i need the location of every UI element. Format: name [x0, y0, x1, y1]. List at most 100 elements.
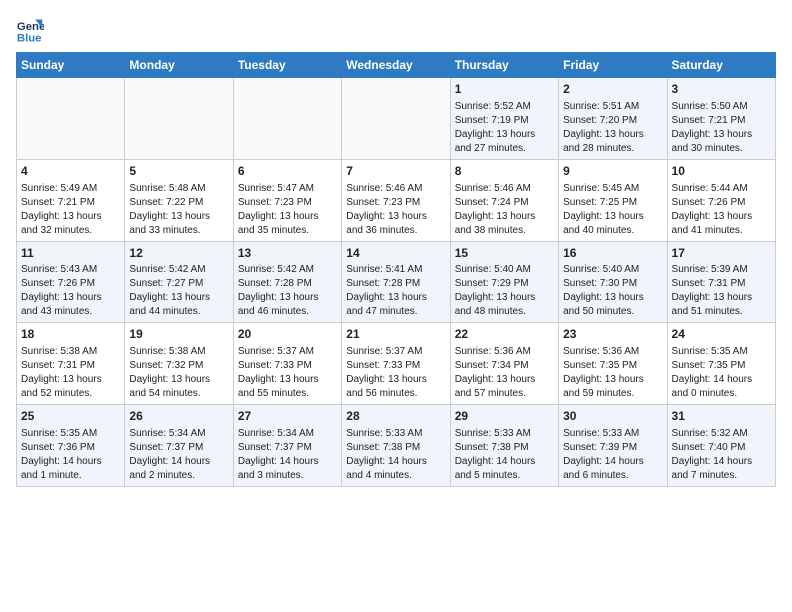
day-info: Sunset: 7:28 PM — [238, 277, 337, 291]
day-info: Sunrise: 5:38 AM — [129, 345, 228, 359]
day-info: Daylight: 13 hours — [455, 210, 554, 224]
day-info: and 5 minutes. — [455, 469, 554, 483]
day-info: Sunrise: 5:40 AM — [455, 263, 554, 277]
day-info: Sunrise: 5:33 AM — [563, 427, 662, 441]
calendar-cell: 26Sunrise: 5:34 AMSunset: 7:37 PMDayligh… — [125, 405, 233, 487]
day-info: Daylight: 13 hours — [21, 291, 120, 305]
day-info: and 28 minutes. — [563, 142, 662, 156]
day-info: and 57 minutes. — [455, 387, 554, 401]
day-info: Daylight: 13 hours — [455, 291, 554, 305]
calendar-cell: 22Sunrise: 5:36 AMSunset: 7:34 PMDayligh… — [450, 323, 558, 405]
day-info: Daylight: 14 hours — [672, 455, 771, 469]
week-row-4: 18 Sunrise: 5:38 AM Sunset: 7:31 PM Dayligh… — [17, 323, 776, 405]
day-number: 1 — [455, 81, 554, 98]
day-info: Sunset: 7:38 PM — [346, 441, 445, 455]
day-info: Sunrise: 5:42 AM — [238, 263, 337, 277]
day-info: and 52 minutes. — [21, 387, 120, 401]
day-info: and 35 minutes. — [238, 224, 337, 238]
day-info: Daylight: 13 hours — [455, 128, 554, 142]
day-info: and 51 minutes. — [672, 305, 771, 319]
day-info: and 2 minutes. — [129, 469, 228, 483]
day-number: 8 — [455, 163, 554, 180]
day-info: Daylight: 13 hours — [672, 210, 771, 224]
day-info: Daylight: 14 hours — [346, 455, 445, 469]
day-info: Sunset: 7:35 PM — [563, 359, 662, 373]
day-number: 30 — [563, 408, 662, 425]
day-info: Sunset: 7:21 PM — [672, 114, 771, 128]
calendar-cell — [233, 78, 341, 160]
day-info: and 40 minutes. — [563, 224, 662, 238]
day-info: Sunset: 7:33 PM — [346, 359, 445, 373]
day-info: Sunrise: 5:33 AM — [455, 427, 554, 441]
day-info: Sunrise: 5:34 AM — [238, 427, 337, 441]
calendar-cell: 4Sunrise: 5:49 AMSunset: 7:21 PMDaylight… — [17, 159, 125, 241]
day-info: Daylight: 13 hours — [346, 210, 445, 224]
day-info: Sunrise: 5:36 AM — [455, 345, 554, 359]
day-number: 19 — [129, 326, 228, 343]
day-info: Sunset: 7:20 PM — [563, 114, 662, 128]
calendar-cell: 25Sunrise: 5:35 AMSunset: 7:36 PMDayligh… — [17, 405, 125, 487]
day-number: 29 — [455, 408, 554, 425]
day-info: Sunset: 7:31 PM — [21, 359, 120, 373]
day-info: Sunrise: 5:43 AM — [21, 263, 120, 277]
weekday-header-row: SundayMondayTuesdayWednesdayThursdayFrid… — [17, 53, 776, 78]
calendar-cell: 14Sunrise: 5:41 AMSunset: 7:28 PMDayligh… — [342, 241, 450, 323]
day-number: 18 — [21, 326, 120, 343]
calendar-cell: 6Sunrise: 5:47 AMSunset: 7:23 PMDaylight… — [233, 159, 341, 241]
day-info: and 56 minutes. — [346, 387, 445, 401]
page-header: General Blue — [16, 16, 776, 44]
weekday-header-tuesday: Tuesday — [233, 53, 341, 78]
day-number: 24 — [672, 326, 771, 343]
day-info: Daylight: 13 hours — [129, 210, 228, 224]
day-info: and 33 minutes. — [129, 224, 228, 238]
logo-icon: General Blue — [16, 16, 44, 44]
day-number: 2 — [563, 81, 662, 98]
day-info: and 48 minutes. — [455, 305, 554, 319]
day-info: Daylight: 13 hours — [238, 210, 337, 224]
day-info: and 47 minutes. — [346, 305, 445, 319]
day-number: 5 — [129, 163, 228, 180]
calendar-cell: 16Sunrise: 5:40 AMSunset: 7:30 PMDayligh… — [559, 241, 667, 323]
day-info: Sunrise: 5:51 AM — [563, 100, 662, 114]
day-info: Daylight: 14 hours — [563, 455, 662, 469]
day-info: Daylight: 13 hours — [129, 291, 228, 305]
day-number: 23 — [563, 326, 662, 343]
day-number: 31 — [672, 408, 771, 425]
day-info: Sunrise: 5:50 AM — [672, 100, 771, 114]
day-info: Sunset: 7:37 PM — [238, 441, 337, 455]
day-info: Sunset: 7:40 PM — [672, 441, 771, 455]
day-info: Daylight: 13 hours — [672, 128, 771, 142]
day-info: Sunrise: 5:48 AM — [129, 182, 228, 196]
day-info: and 50 minutes. — [563, 305, 662, 319]
day-info: and 3 minutes. — [238, 469, 337, 483]
day-number: 17 — [672, 245, 771, 262]
day-info: and 0 minutes. — [672, 387, 771, 401]
calendar-cell: 24Sunrise: 5:35 AMSunset: 7:35 PMDayligh… — [667, 323, 775, 405]
weekday-header-saturday: Saturday — [667, 53, 775, 78]
day-info: Daylight: 13 hours — [455, 373, 554, 387]
day-info: Daylight: 14 hours — [21, 455, 120, 469]
weekday-header-friday: Friday — [559, 53, 667, 78]
calendar-cell: 5 Sunrise: 5:48 AMSunset: 7:22 PMDaylight… — [125, 159, 233, 241]
day-info: Sunrise: 5:41 AM — [346, 263, 445, 277]
calendar-cell: 18Sunrise: 5:38 AMSunset: 7:31 PMDayligh… — [17, 323, 125, 405]
day-number: 22 — [455, 326, 554, 343]
calendar-cell: 31Sunrise: 5:32 AMSunset: 7:40 PMDayligh… — [667, 405, 775, 487]
day-info: Daylight: 13 hours — [238, 373, 337, 387]
day-info: Sunrise: 5:33 AM — [346, 427, 445, 441]
day-info: Sunrise: 5:34 AM — [129, 427, 228, 441]
calendar-cell: 7Sunrise: 5:46 AMSunset: 7:23 PMDaylight… — [342, 159, 450, 241]
day-info: and 44 minutes. — [129, 305, 228, 319]
day-number: 14 — [346, 245, 445, 262]
day-info: Daylight: 14 hours — [672, 373, 771, 387]
calendar-cell: 29Sunrise: 5:33 AMSunset: 7:38 PMDayligh… — [450, 405, 558, 487]
calendar-cell: 10Sunrise: 5:44 AMSunset: 7:26 PMDayligh… — [667, 159, 775, 241]
day-info: and 6 minutes. — [563, 469, 662, 483]
calendar-cell: 30Sunrise: 5:33 AMSunset: 7:39 PMDayligh… — [559, 405, 667, 487]
day-info: Daylight: 13 hours — [563, 291, 662, 305]
calendar-cell — [125, 78, 233, 160]
day-info: and 38 minutes. — [455, 224, 554, 238]
calendar-cell: 2Sunrise: 5:51 AMSunset: 7:20 PMDaylight… — [559, 78, 667, 160]
day-info: Sunset: 7:22 PM — [129, 196, 228, 210]
day-info: Sunset: 7:27 PM — [129, 277, 228, 291]
